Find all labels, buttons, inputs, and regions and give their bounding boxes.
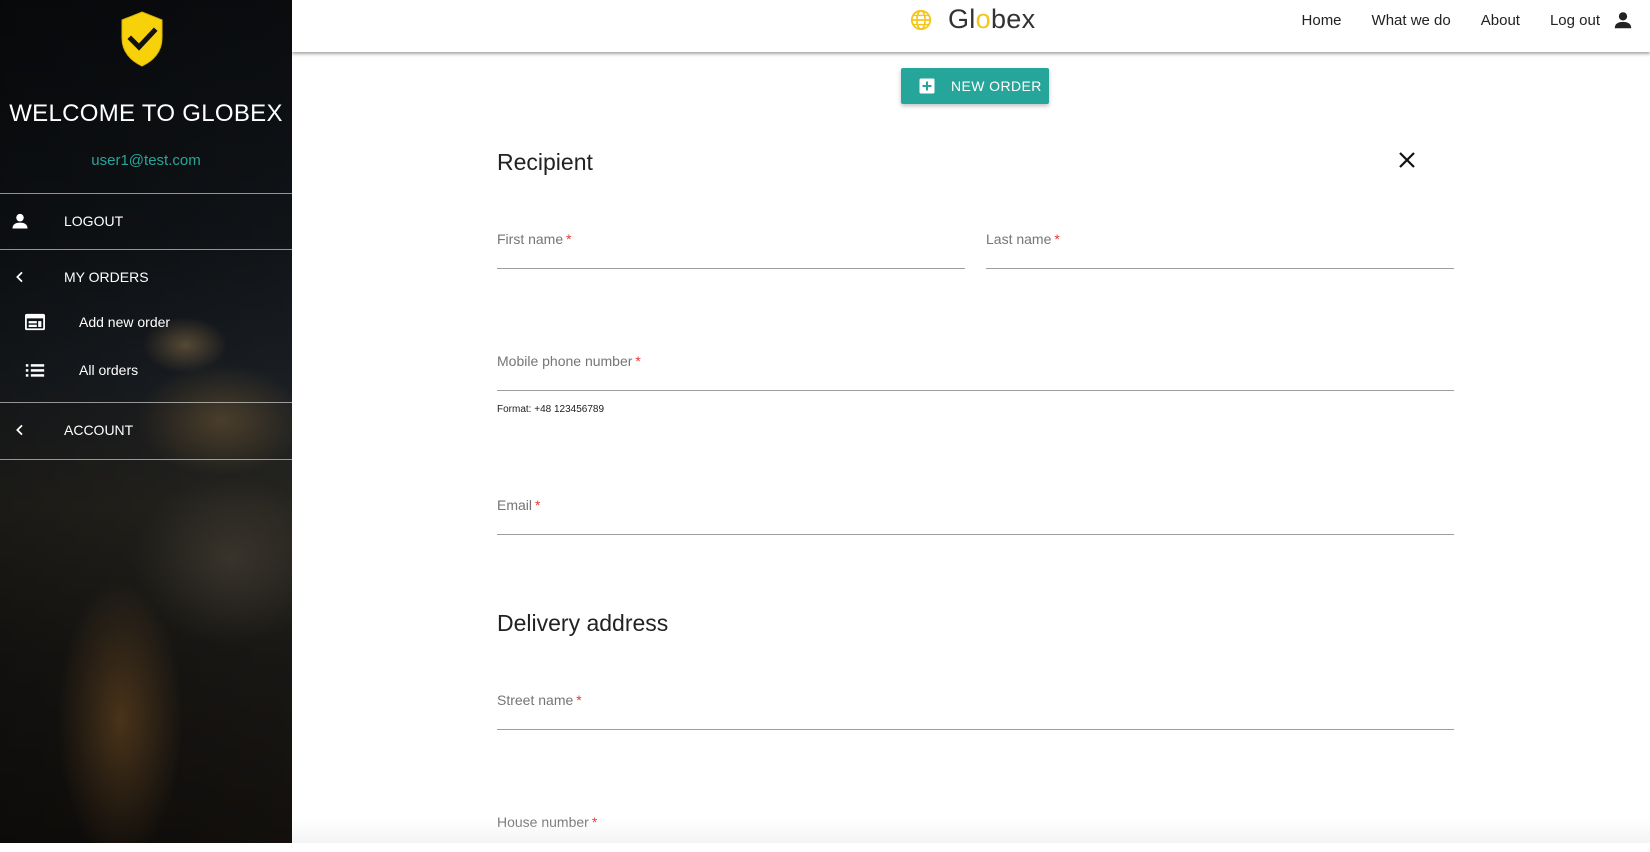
sidebar-item-label: All orders	[79, 362, 139, 378]
email-field[interactable]: Email *	[497, 495, 1454, 535]
sidebar-item-my-orders[interactable]: MY ORDERS	[0, 250, 292, 304]
sidebar-item-label: MY ORDERS	[64, 269, 149, 285]
required-marker: *	[535, 497, 541, 513]
sidebar-item-logout[interactable]: LOGOUT	[0, 194, 292, 248]
house-number-label: House number *	[497, 814, 597, 830]
email-label: Email *	[497, 497, 540, 513]
last-name-field[interactable]: Last name *	[986, 229, 1454, 269]
sidebar-item-label: ACCOUNT	[64, 422, 134, 438]
globe-icon	[910, 9, 932, 30]
chevron-left-icon	[8, 418, 32, 442]
chevron-left-icon	[8, 265, 32, 289]
brand-name-prefix: Gl	[948, 4, 976, 34]
close-icon[interactable]	[1395, 148, 1419, 172]
mobile-phone-label-text: Mobile phone number	[497, 353, 633, 369]
mobile-phone-input[interactable]	[497, 369, 1454, 386]
nav-link-what-we-do[interactable]: What we do	[1372, 12, 1451, 29]
shield-check-icon	[121, 11, 163, 67]
last-name-label-text: Last name	[986, 231, 1052, 247]
required-marker: *	[576, 692, 582, 708]
first-name-label-text: First name	[497, 231, 564, 247]
delivery-address-title: Delivery address	[497, 610, 669, 636]
top-header: Globex Home What we do About Log out	[292, 0, 1650, 52]
list-icon	[23, 358, 47, 382]
sidebar: WELCOME TO GLOBEX user1@test.com LOGOUT …	[0, 0, 292, 843]
add-box-icon	[919, 78, 935, 94]
last-name-label: Last name *	[986, 231, 1060, 247]
top-nav: Home What we do About Log out	[1272, 0, 1634, 40]
welcome-title: WELCOME TO GLOBEX	[9, 100, 283, 127]
brand-name-accent: o	[975, 4, 991, 34]
email-input[interactable]	[497, 513, 1454, 530]
sidebar-item-add-new-order[interactable]: Add new order	[0, 300, 292, 344]
house-number-label-text: House number	[497, 814, 589, 830]
new-order-button[interactable]: NEW ORDER	[901, 68, 1049, 104]
last-name-input[interactable]	[986, 247, 1454, 264]
required-marker: *	[1054, 231, 1060, 247]
brand-logo[interactable]: Globex	[910, 4, 1035, 35]
user-email: user1@test.com	[91, 152, 201, 169]
house-number-field[interactable]: House number *	[497, 812, 1454, 852]
phone-format-hint: Format: +48 123456789	[497, 404, 605, 415]
sidebar-item-label: LOGOUT	[64, 213, 124, 229]
sidebar-item-label: Add new order	[79, 314, 171, 330]
nav-link-log-out[interactable]: Log out	[1550, 12, 1600, 29]
street-name-label: Street name *	[497, 692, 582, 708]
mobile-phone-label: Mobile phone number *	[497, 353, 641, 369]
street-name-field[interactable]: Street name *	[497, 690, 1454, 730]
first-name-label: First name *	[497, 231, 572, 247]
first-name-input[interactable]	[497, 247, 965, 264]
email-label-text: Email	[497, 497, 533, 513]
required-marker: *	[591, 814, 598, 830]
person-icon	[8, 209, 32, 233]
person-icon[interactable]	[1612, 9, 1634, 31]
new-order-button-label: NEW ORDER	[951, 78, 1042, 94]
street-name-input[interactable]	[497, 708, 1454, 725]
web-card-icon	[23, 310, 47, 334]
nav-link-home[interactable]: Home	[1302, 12, 1342, 29]
divider	[0, 459, 292, 460]
brand-name: Globex	[948, 4, 1035, 35]
recipient-title: Recipient	[497, 149, 593, 175]
brand-name-suffix: bex	[990, 4, 1036, 34]
sidebar-item-account[interactable]: ACCOUNT	[0, 403, 292, 457]
main-content: NEW ORDER Recipient First name * Last nam…	[292, 52, 1650, 848]
first-name-field[interactable]: First name *	[497, 229, 965, 269]
required-marker: *	[635, 353, 641, 369]
nav-link-about[interactable]: About	[1481, 12, 1520, 29]
required-marker: *	[566, 231, 572, 247]
mobile-phone-field[interactable]: Mobile phone number *	[497, 351, 1454, 391]
house-number-input[interactable]	[497, 831, 1454, 848]
street-name-label-text: Street name	[497, 692, 574, 708]
sidebar-item-all-orders[interactable]: All orders	[0, 348, 292, 392]
